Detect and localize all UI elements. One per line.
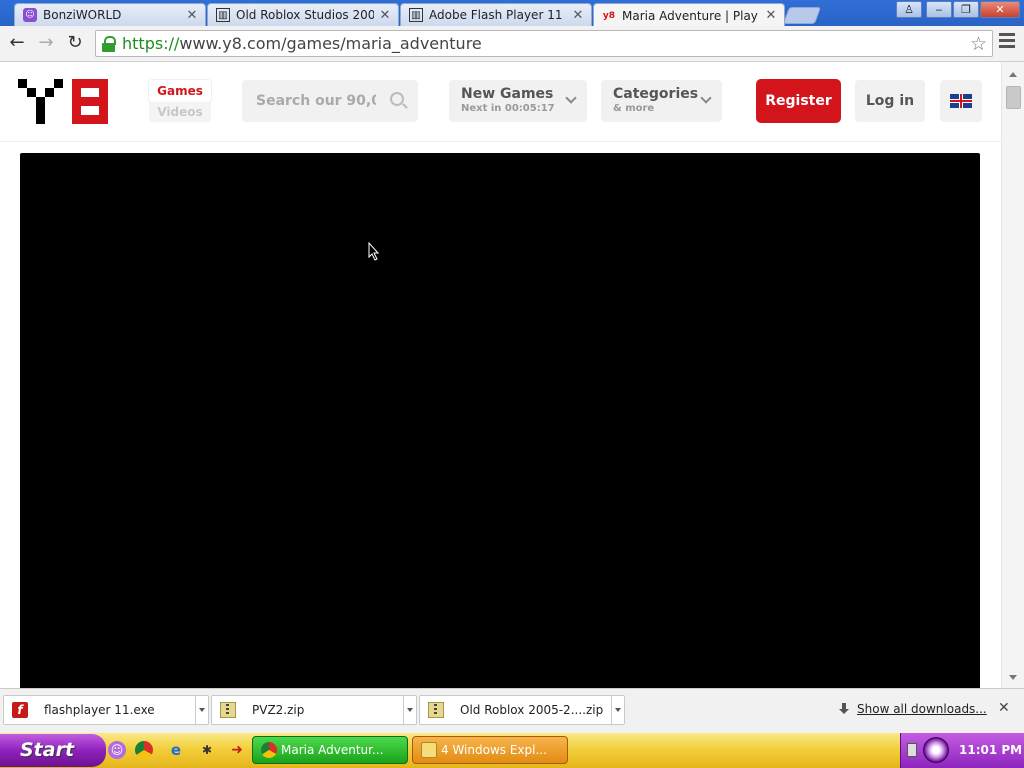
show-all-downloads-link[interactable]: Show all downloads... (838, 702, 987, 716)
quicklaunch-ie-icon[interactable]: e (167, 741, 185, 759)
language-selector[interactable] (940, 80, 982, 122)
tab-bonziworld[interactable]: ☺ BonziWORLD ✕ (14, 3, 206, 26)
tab-title: BonziWORLD (43, 8, 122, 22)
forward-button[interactable]: → (35, 32, 57, 54)
search-icon[interactable] (390, 92, 404, 106)
bonzi-favicon-icon: ☺ (23, 8, 37, 22)
download-name: PVZ2.zip (252, 703, 305, 717)
tab-title: Adobe Flash Player 11 ( (429, 8, 567, 22)
tab-close-icon[interactable]: ✕ (571, 8, 585, 23)
page-viewport: Games Videos Search our 90,000 New Games… (0, 62, 1001, 688)
close-shelf-icon[interactable]: ✕ (998, 700, 1010, 716)
download-name: Old Roblox 2005-2....zip (460, 703, 604, 717)
uk-flag-icon (950, 94, 972, 108)
download-name: flashplayer 11.exe (44, 703, 155, 717)
page-favicon-icon: ▥ (216, 8, 230, 22)
close-window-button[interactable]: ✕ (980, 1, 1020, 18)
windows-taskbar: Start ☺ e ✱ ➜ Maria Adventur... 4 Window… (0, 733, 1024, 768)
scroll-up-icon[interactable] (1009, 72, 1017, 77)
download-menu-arrow-icon[interactable] (403, 696, 416, 724)
minimize-button[interactable]: ‒ (926, 1, 952, 18)
y8-favicon-icon: y8 (602, 10, 616, 21)
download-item[interactable]: Old Roblox 2005-2....zip (419, 695, 625, 725)
download-item[interactable]: PVZ2.zip (211, 695, 417, 725)
download-menu-arrow-icon[interactable] (611, 696, 624, 724)
tab-close-icon[interactable]: ✕ (764, 8, 778, 23)
download-icon (838, 703, 850, 715)
folder-icon (421, 742, 437, 758)
search-input[interactable]: Search our 90,000 (242, 80, 418, 122)
browser-toolbar: ← → ↻ https://www.y8.com/games/maria_adv… (0, 26, 1024, 62)
reload-button[interactable]: ↻ (64, 32, 86, 54)
start-button[interactable]: Start (0, 734, 106, 767)
new-games-countdown: Next in 00:05:17 (461, 103, 555, 114)
taskbar-item-explorer[interactable]: 4 Windows Expl... (412, 736, 568, 764)
chrome-menu-icon[interactable] (999, 33, 1015, 51)
download-menu-arrow-icon[interactable] (195, 696, 208, 724)
page-scrollbar[interactable] (1001, 62, 1024, 688)
address-url: https://www.y8.com/games/maria_adventure (122, 34, 482, 53)
bookmark-star-icon[interactable]: ☆ (970, 33, 987, 55)
categories-sub: & more (613, 103, 655, 114)
tab-old-roblox[interactable]: ▥ Old Roblox Studios 200( ✕ (207, 3, 399, 26)
register-button[interactable]: Register (756, 79, 841, 123)
profile-icon[interactable]: ♙ (896, 1, 922, 18)
download-item[interactable]: f flashplayer 11.exe (3, 695, 209, 725)
game-canvas[interactable] (20, 153, 980, 688)
quicklaunch-bonzi-icon[interactable]: ☺ (108, 741, 126, 759)
games-videos-switch: Games Videos (149, 80, 211, 122)
search-placeholder: Search our 90,000 (256, 93, 376, 109)
tab-close-icon[interactable]: ✕ (378, 8, 392, 23)
scrollbar-thumb[interactable] (1006, 86, 1021, 109)
zip-icon (220, 702, 236, 718)
show-all-label: Show all downloads... (857, 702, 987, 716)
login-button[interactable]: Log in (855, 80, 925, 122)
flash-icon: f (12, 702, 28, 718)
taskbar-item-label: Maria Adventur... (281, 743, 384, 757)
nav-videos[interactable]: Videos (149, 102, 211, 122)
mouse-cursor-icon (368, 242, 380, 261)
secure-lock-icon (102, 35, 116, 52)
nav-games[interactable]: Games (149, 80, 211, 102)
tab-close-icon[interactable]: ✕ (185, 8, 199, 23)
tray-device-icon[interactable] (907, 743, 917, 757)
zip-icon (428, 702, 444, 718)
page-favicon-icon: ▥ (409, 8, 423, 22)
tab-title: Maria Adventure | Play (622, 8, 758, 23)
chrome-icon (261, 742, 277, 758)
quicklaunch-chrome-icon[interactable] (135, 741, 153, 759)
system-tray: 11:01 PM (900, 733, 1024, 768)
quicklaunch-arrow-icon[interactable]: ➜ (228, 741, 246, 759)
categories-dropdown[interactable]: Categories & more (601, 80, 722, 122)
back-button[interactable]: ← (6, 32, 28, 54)
taskbar-item-chrome[interactable]: Maria Adventur... (252, 736, 408, 764)
tab-maria-adventure[interactable]: y8 Maria Adventure | Play ✕ (593, 3, 785, 27)
download-shelf: f flashplayer 11.exe PVZ2.zip Old Roblox… (0, 688, 1024, 733)
tab-adobe-flash[interactable]: ▥ Adobe Flash Player 11 ( ✕ (400, 3, 592, 26)
new-games-dropdown[interactable]: New Games Next in 00:05:17 (449, 80, 587, 122)
url-host-path: www.y8.com/games/maria_adventure (179, 34, 482, 53)
scroll-down-icon[interactable] (1009, 675, 1017, 680)
new-tab-button[interactable] (782, 7, 822, 24)
site-header: Games Videos Search our 90,000 New Games… (0, 62, 1001, 142)
maximize-button[interactable]: ❐ (953, 1, 979, 18)
url-scheme: https:// (122, 34, 180, 53)
tray-bonzi-icon[interactable] (923, 737, 949, 763)
taskbar-item-label: 4 Windows Expl... (441, 743, 547, 757)
address-bar[interactable]: https://www.y8.com/games/maria_adventure… (95, 30, 993, 57)
quicklaunch-app-icon[interactable]: ✱ (198, 741, 216, 759)
tray-clock[interactable]: 11:01 PM (959, 743, 1022, 757)
browser-tab-strip: ☺ BonziWORLD ✕ ▥ Old Roblox Studios 200(… (0, 0, 1024, 27)
y8-logo[interactable] (18, 79, 118, 125)
tab-title: Old Roblox Studios 200( (236, 8, 374, 22)
